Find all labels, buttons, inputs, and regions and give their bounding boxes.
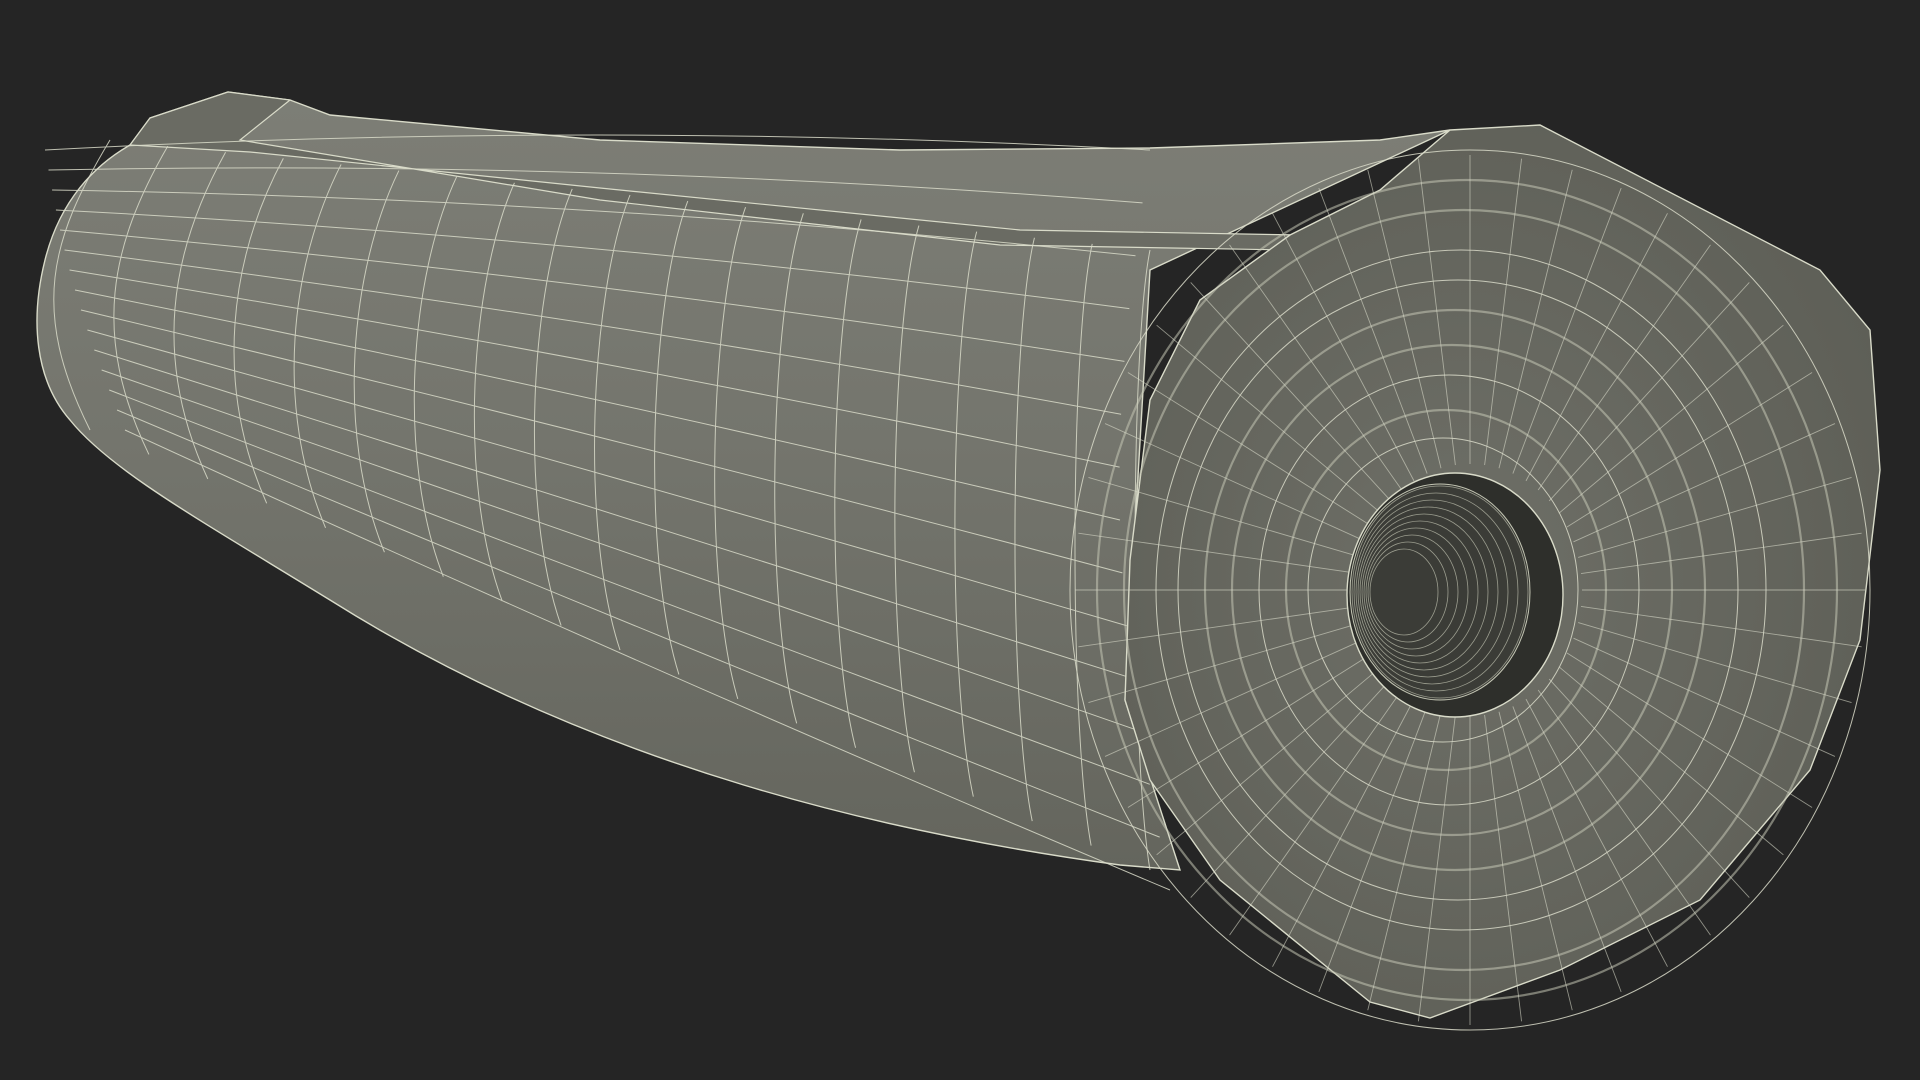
render-viewport bbox=[0, 0, 1920, 1080]
wireframe-mat-roll-render bbox=[0, 0, 1920, 1080]
